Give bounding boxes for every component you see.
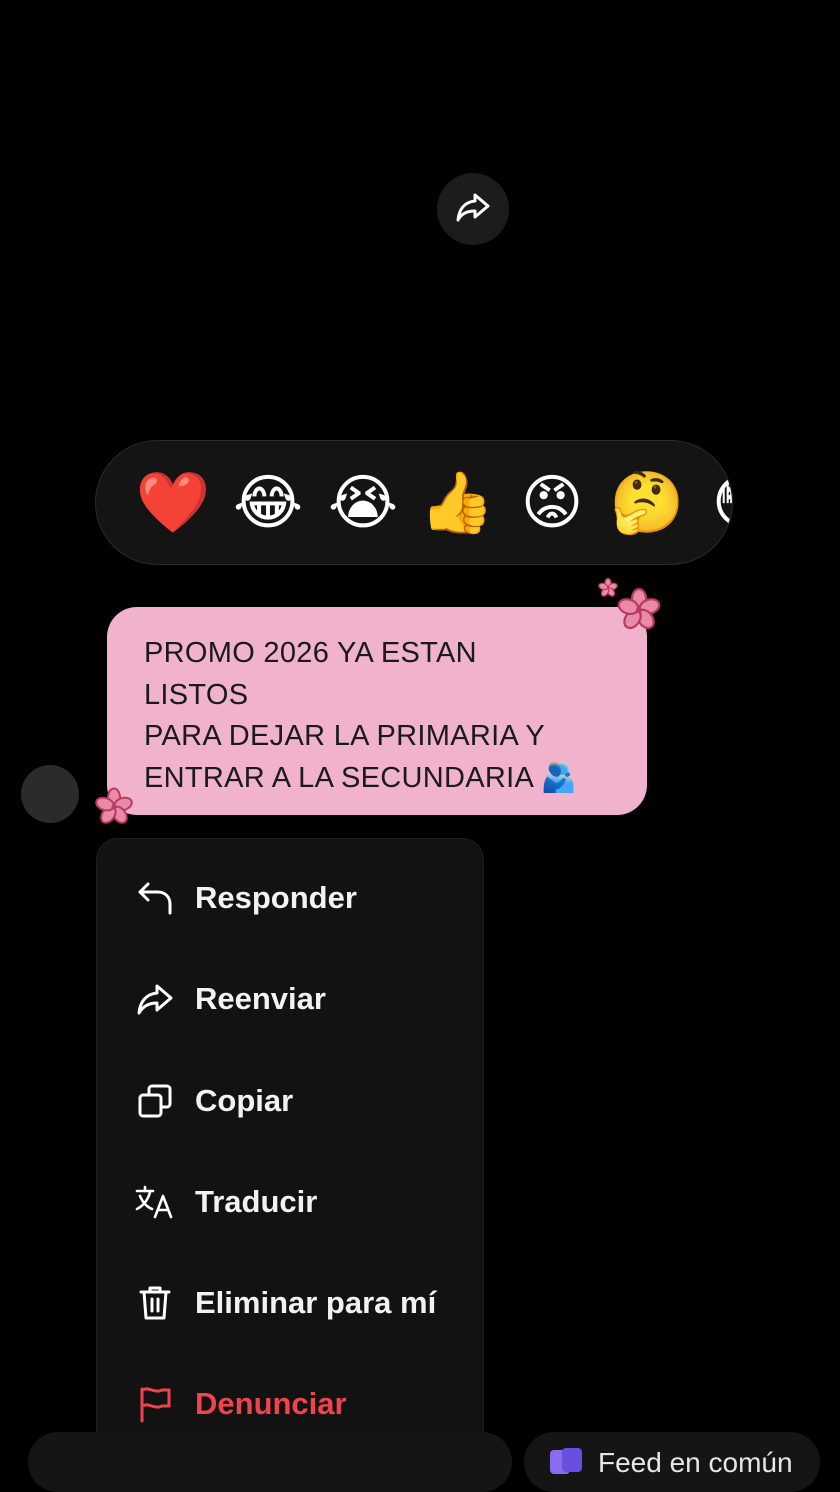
menu-item-label: Responder — [195, 880, 357, 915]
trash-icon — [135, 1283, 175, 1323]
sender-avatar[interactable] — [21, 765, 79, 823]
reply-icon — [135, 878, 175, 918]
menu-item-label: Eliminar para mí — [195, 1285, 437, 1320]
reaction-thinking[interactable]: 🤔 — [609, 465, 685, 541]
menu-item-copy[interactable]: Copiar — [97, 1066, 483, 1136]
menu-item-forward[interactable]: Reenviar — [97, 964, 483, 1034]
reaction-laughing-tears[interactable]: 😂 — [230, 465, 306, 541]
message-bubble[interactable]: PROMO 2026 YA ESTAN LISTOS PARA DEJAR LA… — [107, 607, 647, 815]
menu-item-label: Reenviar — [195, 981, 326, 1016]
reaction-heart[interactable]: ❤️ — [135, 465, 211, 541]
forward-icon — [135, 979, 175, 1019]
copy-icon — [135, 1081, 175, 1121]
menu-item-translate[interactable]: Traducir — [97, 1167, 483, 1237]
translate-icon — [135, 1182, 175, 1222]
message-line: ENTRAR A LA SECUNDARIA 🫂 — [144, 761, 578, 794]
share-arrow-icon — [455, 191, 491, 228]
share-button[interactable] — [437, 173, 509, 245]
bottom-reaction-pill[interactable] — [28, 1432, 512, 1492]
flag-icon — [135, 1384, 175, 1424]
menu-item-label: Copiar — [195, 1083, 294, 1118]
menu-item-label: Denunciar — [195, 1386, 347, 1421]
menu-item-label: Traducir — [195, 1184, 318, 1219]
menu-item-report[interactable]: Denunciar — [97, 1369, 483, 1439]
reaction-thumbs-up[interactable]: 👍 — [419, 465, 495, 541]
message-line: PARA DEJAR LA PRIMARIA Y — [144, 720, 545, 752]
menu-item-reply[interactable]: Responder — [97, 863, 483, 933]
reaction-crying[interactable]: 😭 — [325, 465, 401, 541]
large-flower-icon — [617, 587, 661, 630]
feed-label: Feed en común — [598, 1447, 793, 1478]
menu-item-delete-for-me[interactable]: Eliminar para mí — [97, 1268, 483, 1338]
message-line: LISTOS — [144, 678, 249, 711]
reaction-bar: ❤️ 😂 😭 👍 😡 🤔 😳 — [95, 440, 733, 565]
message-line: PROMO 2026 YA ESTAN — [144, 637, 477, 669]
reaction-surprised[interactable]: 😳 — [705, 465, 732, 541]
reaction-angry[interactable]: 😡 — [514, 465, 590, 541]
bubble-flower-icon — [95, 787, 133, 824]
message-context-menu: Responder Reenviar Copiar Traducir Elimi… — [96, 838, 484, 1478]
